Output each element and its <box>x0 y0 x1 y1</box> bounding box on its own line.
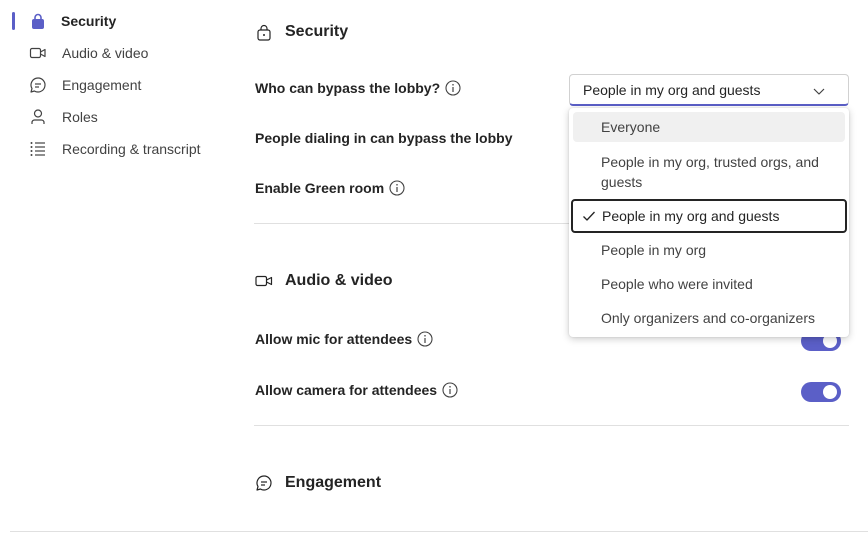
sidebar-item-label: Engagement <box>62 77 142 93</box>
sidebar-item-label: Security <box>61 13 117 29</box>
checkmark-icon <box>583 211 595 221</box>
lobby-dropdown-menu: Everyone People in my org, trusted orgs,… <box>569 108 849 337</box>
option-label: Everyone <box>601 119 661 135</box>
lobby-dropdown[interactable]: People in my org and guests <box>569 74 849 106</box>
greenroom-label-text: Enable Green room <box>255 180 385 196</box>
sidebar-item-security[interactable]: Security <box>0 6 230 36</box>
dropdown-option-org-trusted-guests[interactable]: People in my org, trusted orgs, and gues… <box>573 146 845 198</box>
option-label: People in my org and guests <box>602 208 780 224</box>
info-icon[interactable] <box>417 331 433 347</box>
lock-icon <box>32 13 44 29</box>
dropdown-selected-value: People in my org and guests <box>583 81 761 98</box>
security-section-title: Security <box>255 23 348 41</box>
lock-icon <box>257 24 271 41</box>
sidebar-item-audio-video[interactable]: Audio & video <box>0 38 230 68</box>
dropdown-option-organizers[interactable]: Only organizers and co-organizers <box>573 303 845 333</box>
camera-toggle[interactable] <box>801 382 841 402</box>
info-icon[interactable] <box>442 382 458 398</box>
sidebar-item-roles[interactable]: Roles <box>0 102 230 132</box>
sidebar-item-label: Recording & transcript <box>62 141 201 157</box>
sidebar-item-label: Audio & video <box>62 45 149 61</box>
sidebar-item-engagement[interactable]: Engagement <box>0 70 230 100</box>
sidebar-item-label: Roles <box>62 109 98 125</box>
section-title-text: Audio & video <box>285 272 393 289</box>
info-icon[interactable] <box>445 80 461 96</box>
lobby-label-text: Who can bypass the lobby? <box>255 80 441 96</box>
mic-setting-label: Allow mic for attendees <box>255 331 433 347</box>
dropdown-option-org-only[interactable]: People in my org <box>573 235 845 265</box>
option-label: People in my org <box>601 242 707 258</box>
option-label: People who were invited <box>601 276 753 292</box>
video-camera-icon <box>255 275 273 287</box>
dropdown-option-invited[interactable]: People who were invited <box>573 269 845 299</box>
active-indicator <box>12 12 15 30</box>
chevron-down-icon <box>813 88 825 95</box>
lobby-setting-label: Who can bypass the lobby? <box>255 80 461 96</box>
toggle-knob <box>823 385 837 399</box>
section-title-text: Security <box>285 23 349 40</box>
dropdown-option-everyone[interactable]: Everyone <box>573 112 845 142</box>
camera-setting-label: Allow camera for attendees <box>255 382 458 398</box>
sidebar: Security Audio & video Engagement Roles <box>0 0 230 533</box>
greenroom-setting-label: Enable Green room <box>255 180 405 196</box>
section-title-text: Engagement <box>285 474 382 491</box>
sidebar-item-recording-transcript[interactable]: Recording & transcript <box>0 134 230 164</box>
audio-video-section-title: Audio & video <box>255 272 393 290</box>
option-label: People in my org, trusted orgs, and gues… <box>601 154 819 190</box>
bottom-divider <box>10 531 868 532</box>
dropdown-option-org-and-guests[interactable]: People in my org and guests <box>571 199 847 233</box>
engagement-section-title: Engagement <box>255 474 381 492</box>
list-icon <box>30 142 45 156</box>
section-divider <box>254 425 849 426</box>
chat-bubble-icon <box>256 475 272 491</box>
chat-bubble-icon <box>30 77 46 93</box>
person-icon <box>31 109 45 124</box>
dialin-label-text: People dialing in can bypass the lobby <box>255 130 513 146</box>
dialin-setting-label: People dialing in can bypass the lobby <box>255 130 513 146</box>
info-icon[interactable] <box>389 180 405 196</box>
video-camera-icon <box>29 47 46 59</box>
option-label: Only organizers and co-organizers <box>601 310 815 326</box>
camera-label-text: Allow camera for attendees <box>255 382 438 398</box>
mic-label-text: Allow mic for attendees <box>255 331 413 347</box>
